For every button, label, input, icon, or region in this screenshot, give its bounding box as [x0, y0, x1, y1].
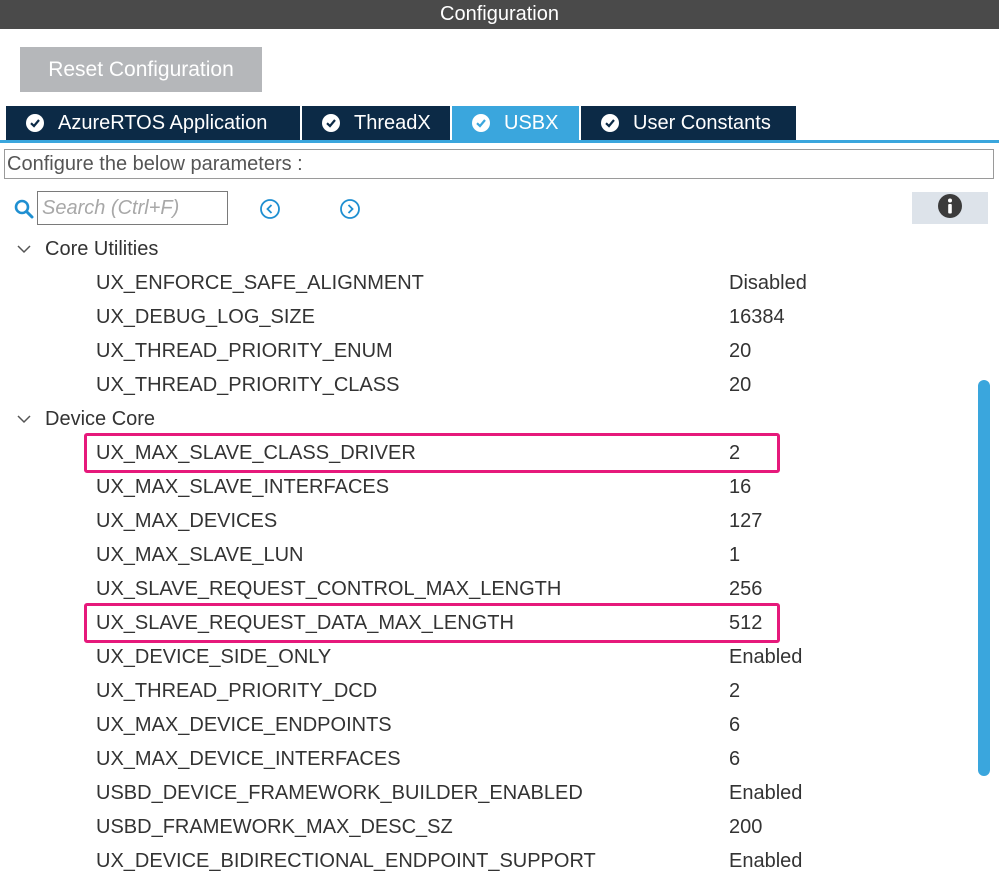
search-icon[interactable] — [13, 198, 35, 220]
tab-azurertos-application[interactable]: AzureRTOS Application — [6, 106, 300, 140]
tab-label: USBX — [504, 111, 559, 134]
param-value: 200 — [729, 816, 763, 838]
group-label: Device Core — [45, 408, 156, 430]
tab-usbx[interactable]: USBX — [452, 106, 579, 140]
chevron-down-icon — [17, 415, 31, 424]
param-row[interactable]: UX_SLAVE_REQUEST_DATA_MAX_LENGTH 512 — [0, 606, 975, 640]
param-row[interactable]: UX_MAX_SLAVE_LUN 1 — [0, 538, 975, 572]
param-value: 512 — [729, 612, 763, 634]
param-row[interactable]: UX_MAX_SLAVE_INTERFACES 16 — [0, 470, 975, 504]
param-row[interactable]: UX_MAX_DEVICE_ENDPOINTS 6 — [0, 708, 975, 742]
param-value: 16 — [729, 476, 752, 498]
param-row[interactable]: UX_MAX_SLAVE_CLASS_DRIVER 2 — [0, 436, 975, 470]
check-circle-icon — [472, 114, 490, 132]
param-value: 2 — [729, 680, 741, 702]
param-row[interactable]: UX_DEVICE_BIDIRECTIONAL_ENDPOINT_SUPPORT… — [0, 844, 975, 878]
param-value: 20 — [729, 340, 752, 362]
tab-label: User Constants — [633, 111, 771, 134]
param-name: USBD_DEVICE_FRAMEWORK_BUILDER_ENABLED — [96, 782, 583, 804]
param-value: Enabled — [729, 646, 803, 668]
param-name: UX_ENFORCE_SAFE_ALIGNMENT — [96, 272, 424, 294]
param-row[interactable]: UX_ENFORCE_SAFE_ALIGNMENT Disabled — [0, 266, 975, 300]
param-name: UX_THREAD_PRIORITY_DCD — [96, 680, 378, 702]
check-circle-icon — [322, 114, 340, 132]
tab-label: AzureRTOS Application — [58, 111, 268, 134]
param-value: 2 — [729, 442, 741, 464]
param-name: UX_MAX_SLAVE_INTERFACES — [96, 476, 390, 498]
param-value: 1 — [729, 544, 741, 566]
check-circle-icon — [26, 114, 44, 132]
tab-user-constants[interactable]: User Constants — [581, 106, 796, 140]
param-row[interactable]: UX_SLAVE_REQUEST_CONTROL_MAX_LENGTH 256 — [0, 572, 975, 606]
param-value: Enabled — [729, 782, 803, 804]
tab-threadx[interactable]: ThreadX — [302, 106, 450, 140]
param-value: 6 — [729, 714, 741, 736]
info-icon — [937, 193, 963, 224]
title-bar: Configuration — [0, 0, 999, 29]
param-row[interactable]: USBD_FRAMEWORK_MAX_DESC_SZ 200 — [0, 810, 975, 844]
param-value: 127 — [729, 510, 763, 532]
chevron-down-icon — [17, 245, 31, 254]
param-name: UX_MAX_SLAVE_LUN — [96, 544, 304, 566]
param-name: UX_DEVICE_BIDIRECTIONAL_ENDPOINT_SUPPORT — [96, 850, 596, 872]
param-name: UX_THREAD_PRIORITY_CLASS — [96, 374, 400, 396]
tab-bar: AzureRTOS Application ThreadX USBX User … — [6, 106, 798, 140]
param-row[interactable]: UX_DEBUG_LOG_SIZE 16384 — [0, 300, 975, 334]
param-name: UX_THREAD_PRIORITY_ENUM — [96, 340, 393, 362]
check-circle-icon — [601, 114, 619, 132]
info-button[interactable] — [912, 192, 988, 224]
group-label: Core Utilities — [45, 238, 159, 260]
param-row[interactable]: UX_THREAD_PRIORITY_DCD 2 — [0, 674, 975, 708]
param-name: UX_MAX_DEVICE_INTERFACES — [96, 748, 401, 770]
group-device-core[interactable]: Device Core — [0, 402, 975, 436]
parameters-header: Configure the below parameters : — [4, 149, 994, 179]
param-row[interactable]: UX_THREAD_PRIORITY_CLASS 20 — [0, 368, 975, 402]
param-value: Disabled — [729, 272, 807, 294]
param-value: 20 — [729, 374, 752, 396]
tab-underline — [0, 140, 999, 143]
search-input[interactable] — [37, 191, 228, 225]
circle-chevron-left-icon[interactable] — [259, 198, 281, 220]
param-value: 16384 — [729, 306, 785, 328]
param-row[interactable]: UX_MAX_DEVICES 127 — [0, 504, 975, 538]
param-name: UX_MAX_DEVICE_ENDPOINTS — [96, 714, 392, 736]
configuration-window: Configuration Reset Configuration AzureR… — [0, 0, 999, 886]
param-value: 256 — [729, 578, 763, 600]
param-row[interactable]: USBD_DEVICE_FRAMEWORK_BUILDER_ENABLED En… — [0, 776, 975, 810]
param-row[interactable]: UX_MAX_DEVICE_INTERFACES 6 — [0, 742, 975, 776]
tab-label: ThreadX — [354, 111, 431, 134]
param-row[interactable]: UX_THREAD_PRIORITY_ENUM 20 — [0, 334, 975, 368]
reset-configuration-button[interactable]: Reset Configuration — [20, 47, 262, 92]
circle-chevron-right-icon[interactable] — [339, 198, 361, 220]
param-name: USBD_FRAMEWORK_MAX_DESC_SZ — [96, 816, 453, 838]
param-value: 6 — [729, 748, 741, 770]
param-name: UX_MAX_SLAVE_CLASS_DRIVER — [96, 442, 416, 464]
param-value: Enabled — [729, 850, 803, 872]
param-name: UX_DEBUG_LOG_SIZE — [96, 306, 315, 328]
scrollbar-thumb[interactable] — [978, 380, 990, 776]
param-name: UX_MAX_DEVICES — [96, 510, 278, 532]
param-row[interactable]: UX_DEVICE_SIDE_ONLY Enabled — [0, 640, 975, 674]
param-name: UX_DEVICE_SIDE_ONLY — [96, 646, 332, 668]
group-core-utilities[interactable]: Core Utilities — [0, 232, 975, 266]
param-name: UX_SLAVE_REQUEST_DATA_MAX_LENGTH — [96, 612, 514, 634]
param-name: UX_SLAVE_REQUEST_CONTROL_MAX_LENGTH — [96, 578, 562, 600]
